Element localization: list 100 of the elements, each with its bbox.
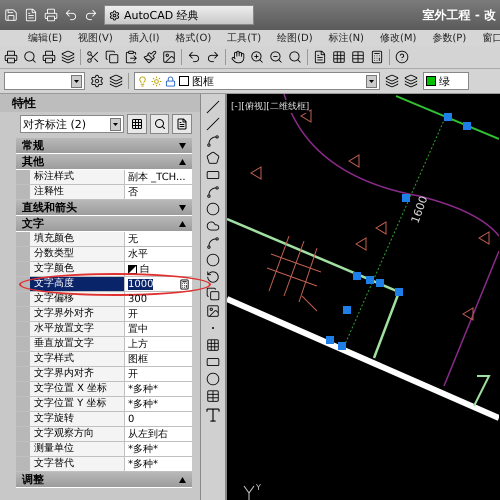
section-header[interactable]: 直线和箭头 — [16, 200, 192, 216]
redo-icon[interactable] — [84, 8, 98, 22]
property-value[interactable]: *多种* — [128, 442, 158, 456]
property-value[interactable]: 图框 — [128, 352, 148, 366]
color-dropdown[interactable]: 绿 — [423, 72, 469, 90]
line-icon[interactable] — [206, 100, 220, 114]
grip-handle[interactable] — [463, 122, 471, 130]
section-header[interactable]: 常规 — [16, 138, 192, 154]
table-icon[interactable] — [206, 389, 220, 403]
expand-icon[interactable] — [179, 204, 186, 210]
sun-icon[interactable] — [151, 76, 162, 86]
property-value[interactable]: *多种* — [128, 382, 158, 396]
property-value[interactable]: 置中 — [128, 322, 148, 336]
section-title: 常规 — [22, 138, 44, 153]
collapse-icon[interactable] — [179, 476, 186, 482]
quick-select-button[interactable] — [172, 114, 192, 134]
grip-handle[interactable] — [395, 288, 403, 296]
property-name[interactable]: 垂直放置文字 — [30, 337, 125, 351]
property-value[interactable]: *多种* — [128, 397, 158, 411]
grip-handle[interactable] — [444, 113, 452, 121]
viewport-label[interactable]: [-][俯视][二维线框] — [231, 100, 310, 113]
revision-cloud-icon[interactable] — [206, 219, 220, 233]
menu-item[interactable]: 编辑(E) — [20, 31, 70, 45]
menu-item[interactable]: 标注(N) — [320, 31, 372, 45]
layer-previous-icon[interactable] — [404, 74, 418, 88]
workspace-dropdown[interactable]: AutoCAD 经典 — [104, 5, 254, 25]
property-name[interactable]: 文字旋转 — [30, 412, 125, 426]
help-icon[interactable] — [395, 50, 409, 64]
dimension-text: 1600 — [408, 194, 430, 226]
property-name[interactable]: 文字颜色 — [30, 262, 125, 276]
property-name[interactable]: 文字位置 X 坐标 — [30, 382, 125, 396]
cut-icon[interactable] — [86, 50, 100, 64]
grip-handle[interactable] — [402, 194, 410, 202]
property-name[interactable]: 标注样式 — [30, 170, 125, 184]
layer-state-icon[interactable] — [385, 74, 399, 88]
layer-icon[interactable] — [109, 74, 123, 88]
property-name[interactable]: 文字界内对齐 — [30, 367, 125, 381]
calculator-icon[interactable] — [179, 278, 190, 290]
style-dropdown[interactable] — [4, 72, 85, 90]
property-name[interactable]: 水平放置文字 — [30, 322, 125, 336]
property-value[interactable]: 开 — [128, 307, 138, 321]
pan-icon[interactable] — [231, 50, 245, 64]
section-header[interactable]: 其他 — [16, 154, 192, 170]
selection-dropdown[interactable]: 对齐标注 (2) — [20, 115, 124, 133]
redo-icon[interactable] — [206, 50, 220, 64]
property-value[interactable]: 300 — [128, 294, 148, 304]
polygon-icon[interactable] — [206, 151, 220, 165]
save-icon[interactable] — [4, 8, 18, 22]
print-icon[interactable] — [44, 8, 58, 22]
undo-icon[interactable] — [187, 50, 201, 64]
property-name[interactable]: 文字高度 — [30, 277, 125, 291]
menu-item[interactable]: 绘图(D) — [269, 31, 321, 45]
rectangle-icon[interactable] — [206, 168, 220, 182]
text-icon[interactable] — [204, 406, 222, 424]
menu-item[interactable]: 格式(O) — [168, 31, 220, 45]
property-name[interactable]: 文字位置 Y 坐标 — [30, 397, 125, 411]
zoom-icon[interactable] — [250, 50, 264, 64]
lightbulb-icon[interactable] — [137, 76, 148, 86]
section-header[interactable]: 文字 — [16, 216, 192, 232]
property-value[interactable]: 从左到右 — [128, 427, 168, 441]
layer-dropdown[interactable]: 图框 — [134, 72, 380, 90]
circle-icon[interactable] — [206, 202, 220, 216]
lock-icon[interactable] — [165, 76, 176, 86]
property-value[interactable]: 白 — [140, 262, 150, 276]
menu-item[interactable]: 视图(V) — [70, 31, 121, 45]
arc-icon[interactable] — [206, 185, 220, 199]
paste-icon[interactable] — [124, 50, 138, 64]
property-name[interactable]: 测量单位 — [30, 442, 125, 456]
collapse-icon[interactable] — [179, 158, 186, 164]
menu-item[interactable]: 工具(T) — [219, 31, 270, 45]
property-name[interactable]: 填充颜色 — [30, 232, 125, 246]
print-icon[interactable] — [4, 50, 18, 64]
polyline-icon[interactable] — [206, 134, 220, 148]
expand-icon[interactable] — [179, 142, 186, 148]
collapse-icon[interactable] — [179, 220, 186, 226]
property-value[interactable]: 否 — [128, 185, 138, 199]
property-value[interactable]: 水平 — [128, 247, 148, 261]
property-name[interactable]: 注释性 — [30, 185, 125, 199]
grip-handle[interactable] — [343, 306, 351, 314]
property-name[interactable]: 分数类型 — [30, 247, 125, 261]
property-name[interactable]: 文字样式 — [30, 352, 125, 366]
undo-icon[interactable] — [64, 8, 78, 22]
menu-item[interactable]: 参数(P) — [424, 31, 474, 45]
property-value[interactable]: 开 — [128, 367, 138, 381]
property-value[interactable]: 0 — [128, 414, 134, 424]
property-name[interactable]: 文字界外对齐 — [30, 307, 125, 321]
property-value[interactable]: 副本 _TCH... — [128, 170, 186, 184]
menu-item[interactable]: 插入(I) — [120, 31, 168, 45]
select-objects-button[interactable] — [150, 114, 170, 134]
property-name[interactable]: 文字替代 — [30, 457, 125, 471]
menu-item[interactable]: 修改(M) — [372, 31, 424, 45]
property-value[interactable]: *多种* — [128, 457, 158, 471]
property-name[interactable]: 文字观察方向 — [30, 427, 125, 441]
copy-icon[interactable] — [105, 50, 119, 64]
pickadd-button[interactable] — [127, 114, 147, 134]
property-value[interactable]: 无 — [128, 232, 138, 246]
section-header[interactable]: 调整 — [16, 472, 192, 488]
property-value[interactable]: 上方 — [128, 337, 148, 351]
property-value[interactable]: 1000 — [128, 278, 154, 290]
calculator-icon[interactable] — [370, 50, 384, 64]
